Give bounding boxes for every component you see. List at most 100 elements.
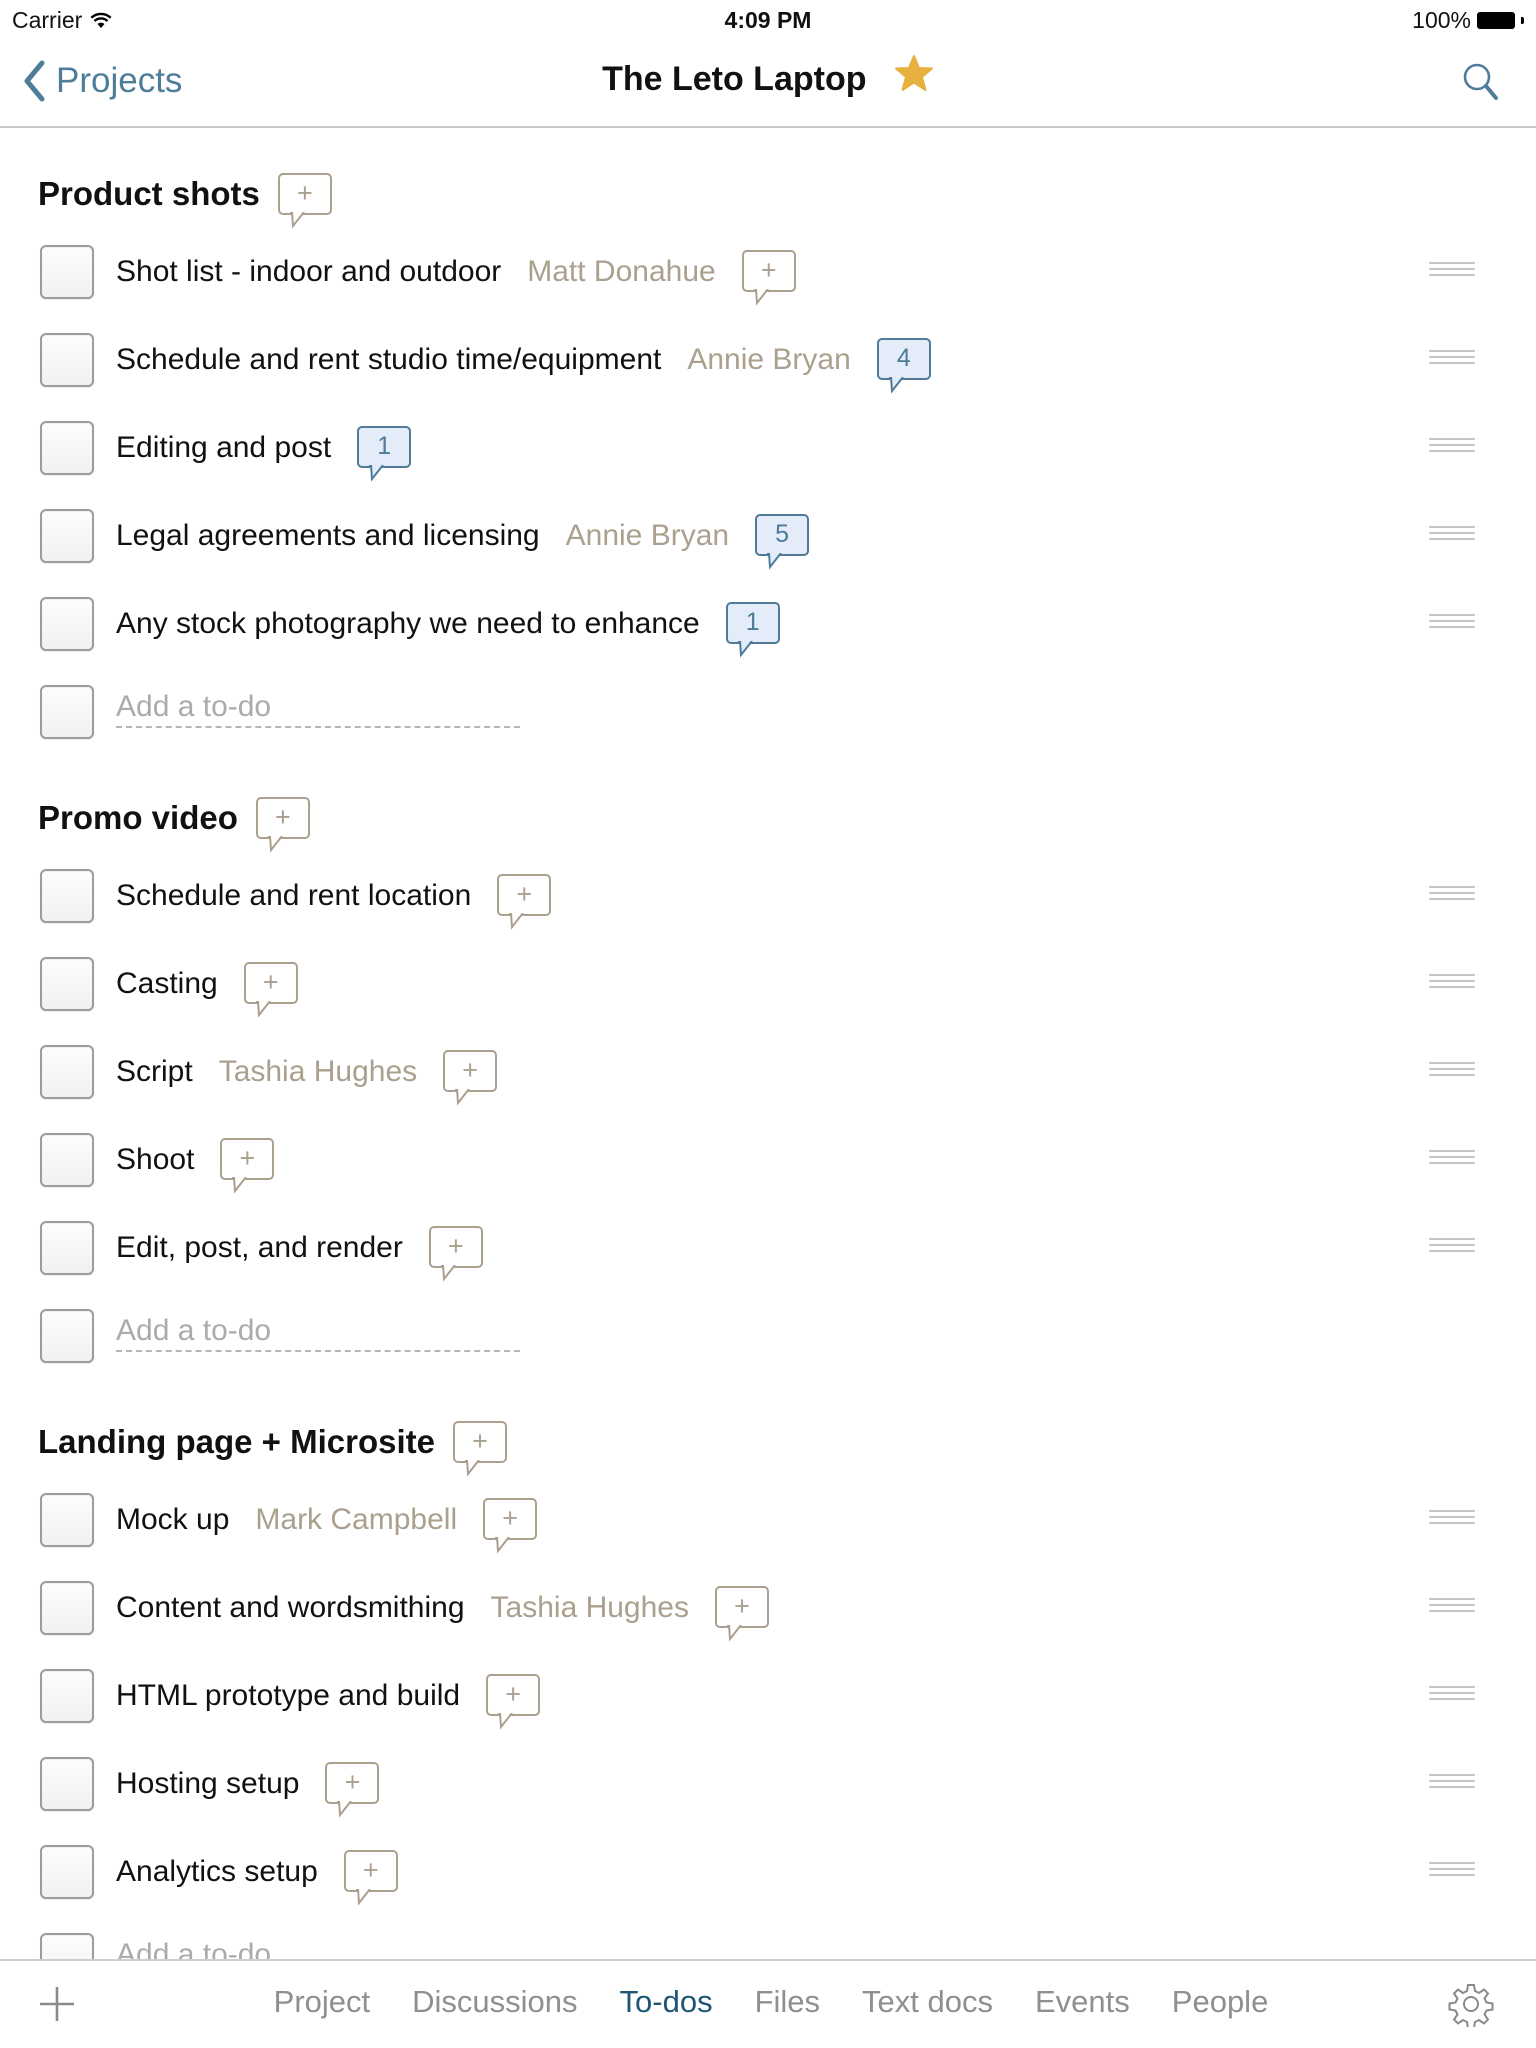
drag-handle-icon[interactable] [1429,350,1475,370]
add-comment-button[interactable]: + [483,1498,538,1554]
todolist-title[interactable]: Landing page + Microsite [38,1423,435,1461]
todo-lists[interactable]: Product shots + Shot list - indoor and o… [0,128,1536,1959]
todo-text[interactable]: Schedule and rent location [116,879,471,913]
drag-handle-icon[interactable] [1429,1238,1475,1258]
drag-handle-icon[interactable] [1429,974,1475,994]
battery-indicator: 100% [1412,7,1524,34]
star-icon[interactable] [894,54,934,101]
todolist-title[interactable]: Promo video [38,799,238,837]
todo-checkbox[interactable] [40,509,94,563]
drag-handle-icon[interactable] [1429,262,1475,282]
add-comment-button[interactable]: + [255,797,310,853]
todo-text[interactable]: Shoot [116,1143,194,1177]
comment-count-badge[interactable]: 1 [725,602,780,658]
todo-assignee[interactable]: Matt Donahue [527,255,715,289]
battery-percent: 100% [1412,7,1471,33]
todo-text[interactable]: Casting [116,967,218,1001]
drag-handle-icon[interactable] [1429,438,1475,458]
todo-text[interactable]: Hosting setup [116,1767,299,1801]
comment-count-badge[interactable]: 5 [755,514,810,570]
todo-text[interactable]: Content and wordsmithing [116,1591,465,1625]
search-button[interactable] [1462,62,1500,107]
tab-project[interactable]: Project [274,1984,370,2020]
todo-assignee[interactable]: Mark Campbell [255,1503,457,1537]
todo-checkbox[interactable] [40,333,94,387]
todo-text[interactable]: HTML prototype and build [116,1679,460,1713]
todo-assignee[interactable]: Tashia Hughes [491,1591,689,1625]
comment-count-badge[interactable]: 1 [357,426,412,482]
add-comment-button[interactable]: + [428,1226,483,1282]
tab-text-docs[interactable]: Text docs [862,1984,993,2020]
todolist-title[interactable]: Product shots [38,175,260,213]
comment-count-badge[interactable]: 4 [876,338,931,394]
todolist-heading: Product shots + [38,173,332,229]
todo-checkbox[interactable] [40,957,94,1011]
drag-handle-icon[interactable] [1429,1774,1475,1794]
todo-text[interactable]: Shot list - indoor and outdoor [116,255,501,289]
tab-people[interactable]: People [1172,1984,1269,2020]
speech-bubble-tail-icon [255,1001,271,1018]
todo-checkbox[interactable] [40,1845,94,1899]
speech-bubble-tail-icon [495,1537,510,1554]
todo-assignee[interactable]: Annie Bryan [566,519,729,553]
comment-count: 4 [896,344,911,372]
todo-checkbox[interactable] [40,1221,94,1275]
drag-handle-icon[interactable] [1429,886,1475,906]
add-comment-button[interactable]: + [325,1762,380,1818]
todo-assignee[interactable]: Annie Bryan [687,343,850,377]
drag-handle-icon[interactable] [1429,1510,1475,1530]
todo-checkbox[interactable] [40,1133,94,1187]
gear-icon [1448,1984,1494,2029]
todo-text[interactable]: Edit, post, and render [116,1231,403,1265]
bottom-tab-bar: Project Discussions To-dos Files Text do… [0,1959,1536,2048]
add-todo-input[interactable]: Add a to-do [116,1938,520,1959]
todo-checkbox[interactable] [40,1581,94,1635]
drag-handle-icon[interactable] [1429,1150,1475,1170]
drag-handle-icon[interactable] [1429,614,1475,634]
add-comment-button[interactable]: + [497,874,552,930]
tab-files[interactable]: Files [755,1984,820,2020]
add-comment-button[interactable]: + [443,1050,498,1106]
battery-icon [1477,12,1515,29]
todo-item: Schedule and rent studio time/equipment A… [0,316,1536,404]
todo-checkbox[interactable] [40,1045,94,1099]
todo-checkbox[interactable] [40,1757,94,1811]
tab-discussions[interactable]: Discussions [412,1984,577,2020]
add-comment-button[interactable]: + [452,1421,507,1477]
todo-checkbox[interactable] [40,1669,94,1723]
add-comment-button[interactable]: + [277,173,332,229]
todo-assignee[interactable]: Tashia Hughes [219,1055,417,1089]
add-comment-button[interactable]: + [486,1674,541,1730]
drag-handle-icon[interactable] [1429,1598,1475,1618]
todo-checkbox[interactable] [40,1493,94,1547]
todo-text[interactable]: Editing and post [116,431,331,465]
settings-button[interactable] [1448,1981,1494,2032]
drag-handle-icon[interactable] [1429,1862,1475,1882]
drag-handle-icon[interactable] [1429,1686,1475,1706]
add-comment-button[interactable]: + [715,1586,769,1642]
add-todo-input[interactable]: Add a to-do [116,690,520,728]
todo-item: Shot list - indoor and outdoor Matt Donah… [0,228,1536,316]
comment-plus: + [516,879,533,909]
todo-item: Editing and post 1 [0,404,1536,492]
todo-checkbox[interactable] [40,597,94,651]
add-comment-button[interactable]: + [741,250,796,306]
todo-text[interactable]: Schedule and rent studio time/equipment [116,343,661,377]
todo-text[interactable]: Mock up [116,1503,229,1537]
todo-text[interactable]: Script [116,1055,193,1089]
add-todo-row: Add a to-do [0,668,1536,756]
tab-todos[interactable]: To-dos [620,1984,713,2020]
todo-checkbox[interactable] [40,245,94,299]
todo-text[interactable]: Any stock photography we need to enhance [116,607,700,641]
drag-handle-icon[interactable] [1429,526,1475,546]
todo-text[interactable]: Legal agreements and licensing [116,519,540,553]
drag-handle-icon[interactable] [1429,1062,1475,1082]
add-comment-button[interactable]: + [220,1138,275,1194]
tab-events[interactable]: Events [1035,1984,1130,2020]
add-comment-button[interactable]: + [343,1850,398,1906]
add-comment-button[interactable]: + [243,962,298,1018]
todo-text[interactable]: Analytics setup [116,1855,318,1889]
todo-checkbox[interactable] [40,421,94,475]
todo-checkbox[interactable] [40,869,94,923]
add-todo-input[interactable]: Add a to-do [116,1314,520,1352]
